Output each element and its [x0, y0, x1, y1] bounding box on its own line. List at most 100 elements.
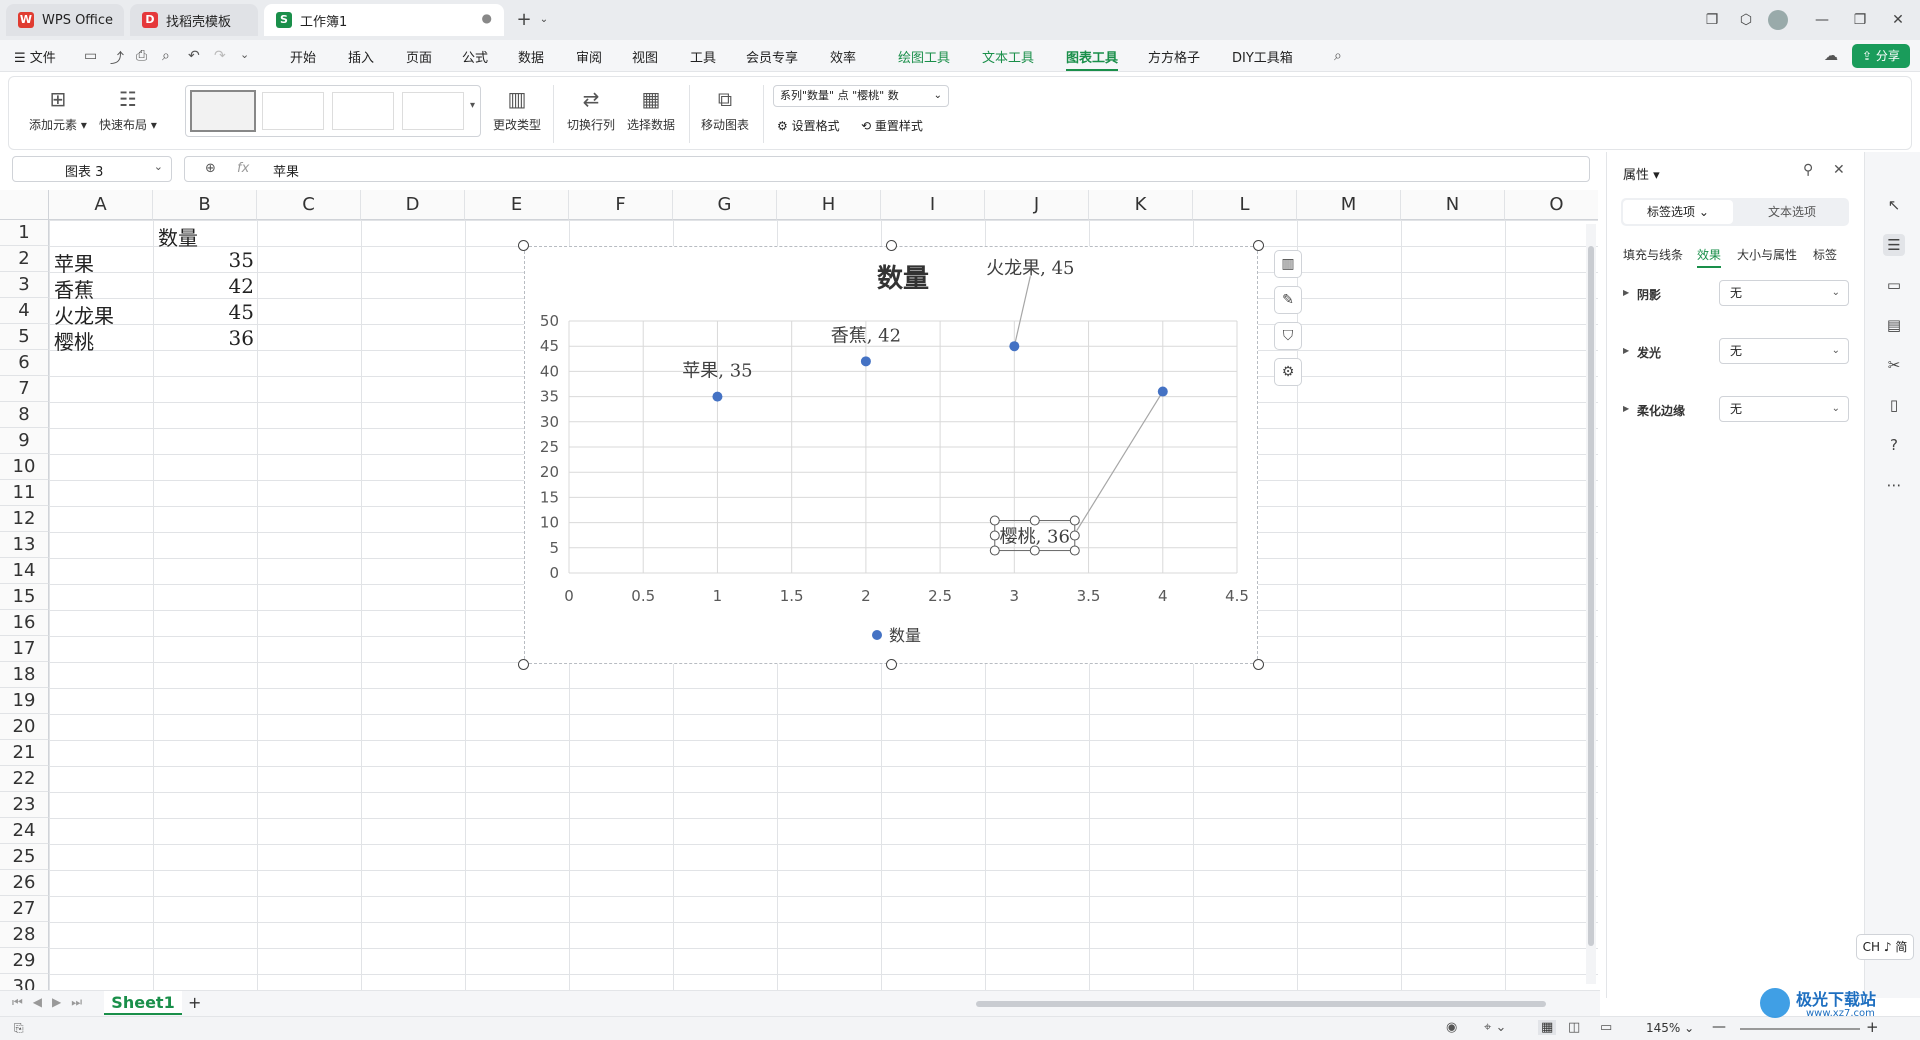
chart-style-1[interactable]	[190, 90, 256, 132]
avatar[interactable]	[1768, 10, 1788, 30]
vertical-scrollbar[interactable]	[1586, 224, 1596, 984]
gallery-more-icon[interactable]: ▾	[470, 100, 475, 111]
resize-handle[interactable]	[886, 240, 897, 251]
eye-protect-icon[interactable]: ◉	[1446, 1020, 1457, 1035]
tab-label-options[interactable]: 标签选项 ⌄	[1623, 200, 1733, 224]
data-point[interactable]	[1009, 341, 1020, 352]
window-layout-icon[interactable]: ❐	[1700, 8, 1724, 32]
file-menu[interactable]: ☰ 文件	[14, 47, 56, 66]
vertical-scroll-thumb[interactable]	[1588, 246, 1594, 946]
redo-icon[interactable]: ↷	[214, 48, 226, 64]
name-box[interactable]: 图表 3 ⌄	[12, 156, 172, 182]
search-icon[interactable]: ⌕	[1334, 48, 1342, 64]
quick-layout-button[interactable]: ☷ 快速布局 ▾	[99, 87, 157, 133]
undo-icon[interactable]: ↶	[188, 48, 200, 64]
move-chart-button[interactable]: ⧉ 移动图表	[701, 87, 749, 133]
subtab-label[interactable]: 标签	[1813, 246, 1837, 263]
label-resize-handle[interactable]	[989, 530, 1000, 541]
chart-elements-icon[interactable]: ▥	[1274, 250, 1302, 278]
close-icon[interactable]: ✕	[1833, 162, 1845, 178]
chart-check-icon[interactable]: ▤	[1883, 314, 1905, 336]
zoom-out-icon[interactable]: —	[1712, 1019, 1726, 1035]
chart-settings-icon[interactable]: ⚙	[1274, 358, 1302, 386]
panel-title[interactable]: 属性 ▾	[1623, 164, 1660, 183]
menu-data[interactable]: 数据	[518, 47, 544, 66]
more-icon[interactable]: ⋯	[1883, 474, 1905, 496]
expand-icon[interactable]: ▶	[1623, 404, 1629, 413]
label-resize-handle[interactable]	[989, 515, 1000, 526]
book-icon[interactable]: ▯	[1883, 394, 1905, 416]
cube-icon[interactable]: ⬡	[1734, 8, 1758, 32]
cell-b3[interactable]: 42	[190, 274, 254, 298]
resize-handle[interactable]	[518, 240, 529, 251]
cell-a2[interactable]: 苹果	[54, 248, 94, 277]
notes-icon[interactable]: ▭	[1883, 274, 1905, 296]
chart-style-brush-icon[interactable]: ✎	[1274, 286, 1302, 314]
locate-icon[interactable]: ⌖ ⌄	[1484, 1020, 1506, 1035]
close-icon[interactable]: ✕	[1886, 8, 1910, 32]
chart-style-3[interactable]	[332, 92, 394, 130]
subtab-fill-line[interactable]: 填充与线条	[1623, 246, 1683, 263]
chevron-down-icon[interactable]: ⌄	[240, 48, 249, 61]
menu-tools[interactable]: 工具	[690, 47, 716, 66]
tab-workbook[interactable]: S 工作簿1 ●	[264, 4, 504, 36]
label-resize-handle[interactable]	[989, 545, 1000, 556]
menu-view[interactable]: 视图	[632, 47, 658, 66]
page-break-view-icon[interactable]: ◫	[1568, 1020, 1580, 1035]
select-cursor-icon[interactable]: ↖	[1883, 194, 1905, 216]
shadow-select[interactable]: 无 ⌄	[1719, 280, 1849, 306]
menu-home[interactable]: 开始	[290, 47, 316, 66]
label-resize-handle[interactable]	[1069, 545, 1080, 556]
add-element-button[interactable]: ⊞ 添加元素 ▾	[29, 87, 87, 133]
data-label[interactable]: 火龙果, 45	[986, 258, 1074, 279]
cell-a3[interactable]: 香蕉	[54, 274, 94, 303]
comment-icon[interactable]: ☁	[1824, 48, 1838, 64]
tab-template[interactable]: D 找稻壳模板	[130, 4, 258, 36]
menu-formula[interactable]: 公式	[462, 47, 488, 66]
fx-icon[interactable]: fx	[237, 161, 249, 176]
menu-drawing-tools[interactable]: 绘图工具	[898, 47, 950, 66]
legend-label[interactable]: 数量	[889, 626, 921, 645]
menu-page[interactable]: 页面	[406, 47, 432, 66]
cell-b1[interactable]: 数量	[158, 222, 198, 251]
normal-view-icon[interactable]: ▦	[1538, 1020, 1557, 1035]
resize-handle[interactable]	[1253, 659, 1264, 670]
data-label[interactable]: 香蕉, 42	[831, 325, 901, 346]
data-point[interactable]	[712, 391, 723, 402]
restore-icon[interactable]: ❐	[1848, 8, 1872, 32]
data-label[interactable]: 樱桃, 36	[1000, 527, 1070, 548]
chart-element-select[interactable]: 系列"数量" 点 "樱桃" 数 ⌄	[773, 85, 949, 107]
sheet-nav-arrows-icon[interactable]: ⏮◀▶⏭	[12, 995, 92, 1010]
menu-insert[interactable]: 插入	[348, 47, 374, 66]
subtab-size-properties[interactable]: 大小与属性	[1737, 246, 1797, 263]
data-point[interactable]	[860, 356, 871, 367]
set-format-button[interactable]: ⚙ 设置格式	[777, 117, 840, 134]
soft-edge-select[interactable]: 无 ⌄	[1719, 396, 1849, 422]
glow-select[interactable]: 无 ⌄	[1719, 338, 1849, 364]
menu-diy[interactable]: DIY工具箱	[1232, 47, 1293, 66]
change-type-button[interactable]: ▥ 更改类型	[493, 87, 541, 133]
zoom-slider[interactable]	[1740, 1028, 1860, 1030]
chart-style-2[interactable]	[262, 92, 324, 130]
zoom-formula-icon[interactable]: ⊕	[205, 161, 216, 176]
ime-indicator[interactable]: CH ♪ 简	[1856, 934, 1914, 960]
reading-view-icon[interactable]: ▭	[1600, 1020, 1612, 1035]
save-icon[interactable]: ▭	[84, 48, 97, 64]
chart-style-4[interactable]	[402, 92, 464, 130]
properties-sliders-icon[interactable]: ☰	[1883, 234, 1905, 256]
preview-icon[interactable]: ⌕	[162, 48, 170, 64]
zoom-level[interactable]: 145% ⌄	[1646, 1021, 1694, 1035]
label-resize-handle[interactable]	[1029, 515, 1040, 526]
macro-icon[interactable]: ⎘	[14, 1021, 24, 1036]
menu-text-tools[interactable]: 文本工具	[982, 47, 1034, 66]
data-point[interactable]	[1157, 386, 1168, 397]
cell-b2[interactable]: 35	[190, 248, 254, 272]
menu-efficiency[interactable]: 效率	[830, 47, 856, 66]
subtab-effects[interactable]: 效果	[1697, 246, 1722, 268]
data-label[interactable]: 苹果, 35	[682, 361, 752, 382]
tools-icon[interactable]: ✂	[1883, 354, 1905, 376]
switch-rowcol-button[interactable]: ⇄ 切换行列	[567, 87, 615, 133]
help-icon[interactable]: ?	[1883, 434, 1905, 456]
expand-icon[interactable]: ▶	[1623, 288, 1629, 297]
resize-handle[interactable]	[886, 659, 897, 670]
